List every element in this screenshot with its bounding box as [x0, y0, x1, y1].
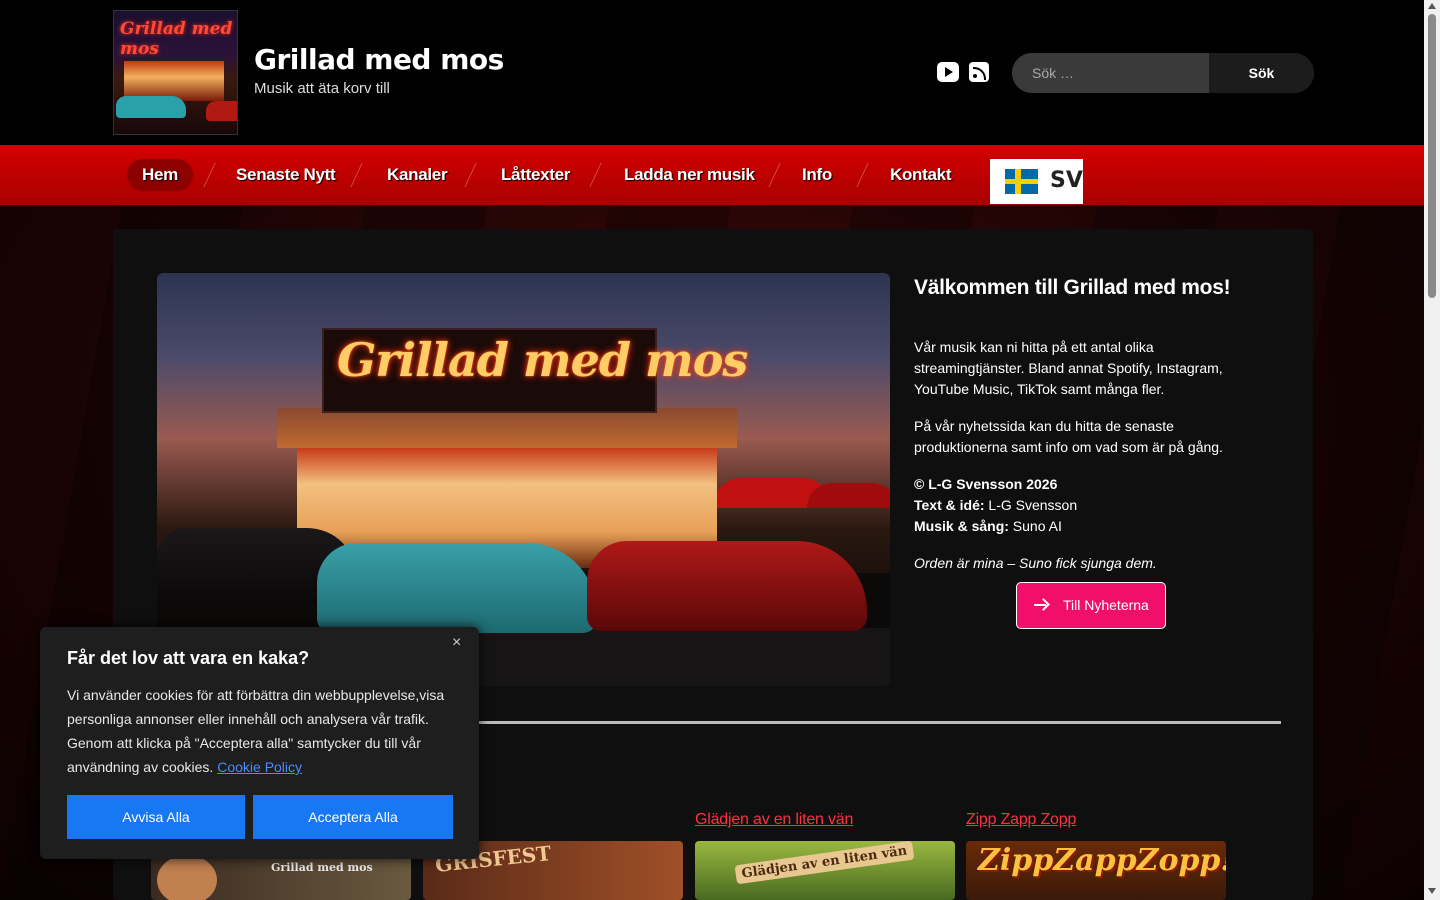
hero-car-teal — [317, 543, 597, 633]
nav-separator — [350, 163, 363, 187]
hero-umbrella-shape — [807, 483, 890, 508]
post-thumbnail[interactable]: Glädjen av en liten vän — [695, 841, 955, 900]
thumbnail-face-shape — [157, 855, 217, 900]
nav-item-senaste-nytt[interactable]: Senaste Nytt — [221, 159, 350, 191]
post-thumbnail[interactable]: ZippZappZopp! — [966, 841, 1226, 900]
nav-separator — [203, 163, 216, 187]
logo-text: Grillad med mos — [120, 19, 233, 59]
hero-neon-sign: Grillad med mos — [337, 333, 748, 387]
sweden-flag-icon — [1005, 169, 1038, 194]
nav-item-lattexter[interactable]: Låttexter — [486, 159, 585, 191]
scrollbar-thumb[interactable] — [1428, 14, 1436, 298]
welcome-heading: Välkommen till Grillad med mos! — [914, 276, 1231, 299]
news-button[interactable]: Till Nyheterna — [1016, 582, 1166, 629]
nav-item-kanaler[interactable]: Kanaler — [372, 159, 462, 191]
main-navigation: Hem Senaste Nytt Kanaler Låttexter Ladda… — [0, 145, 1424, 205]
nav-item-ladda-ner-musik[interactable]: Ladda ner musik — [609, 159, 770, 191]
welcome-paragraph-2: På vår nyhetssida kan du hitta de senast… — [914, 418, 1223, 455]
site-tagline: Musik att äta korv till — [254, 80, 390, 97]
reject-all-button[interactable]: Avvisa Alla — [67, 795, 245, 839]
search-input[interactable] — [1012, 53, 1209, 93]
post-title-link[interactable]: Glädjen av en liten vän — [695, 811, 853, 829]
youtube-icon[interactable] — [937, 62, 959, 82]
nav-item-hem[interactable]: Hem — [127, 159, 193, 191]
text-credit-value: L-G Svensson — [984, 497, 1078, 513]
cookie-title: Får det lov att vara en kaka? — [67, 648, 310, 668]
site-header: Grillad med mos Grillad med mos Musik at… — [0, 0, 1424, 145]
scroll-down-icon[interactable] — [1428, 888, 1436, 894]
search-button[interactable]: Sök — [1209, 53, 1314, 93]
music-credit-value: Suno AI — [1008, 518, 1062, 534]
site-title[interactable]: Grillad med mos — [254, 43, 504, 76]
cookie-body: Vi använder cookies för att förbättra di… — [67, 683, 457, 779]
cookie-consent-dialog: Får det lov att vara en kaka? × Vi använ… — [40, 627, 479, 859]
site-logo[interactable]: Grillad med mos — [113, 10, 238, 135]
thumbnail-text: Grillad med mos — [271, 861, 373, 874]
credits-block: © L-G Svensson 2026 Text & idé: L-G Sven… — [914, 474, 1254, 537]
accept-all-button[interactable]: Acceptera Alla — [253, 795, 453, 839]
cookie-policy-link[interactable]: Cookie Policy — [217, 759, 302, 775]
nav-separator — [768, 163, 781, 187]
welcome-paragraph-1: Vår musik kan ni hitta på ett antal olik… — [914, 339, 1223, 397]
language-code: SV — [1050, 168, 1083, 193]
arrow-right-icon — [1033, 597, 1049, 613]
nav-separator — [856, 163, 869, 187]
logo-car2-shape — [206, 101, 237, 121]
post-title-link[interactable]: Zipp Zapp Zopp — [966, 811, 1076, 829]
logo-kiosk-shape — [124, 61, 224, 101]
logo-car-shape — [116, 96, 186, 118]
nav-separator — [589, 163, 602, 187]
hero-roof-shape — [277, 408, 737, 448]
page-scrollbar[interactable] — [1424, 0, 1440, 900]
nav-item-info[interactable]: Info — [787, 159, 847, 191]
music-credit-label: Musik & sång: — [914, 518, 1009, 534]
thumbnail-text: Glädjen av en liten vän — [734, 841, 915, 885]
welcome-quote: Orden är mina – Suno fick sjunga dem. — [914, 555, 1157, 571]
language-switcher[interactable]: SV — [990, 159, 1083, 204]
nav-separator — [464, 163, 477, 187]
news-button-label: Till Nyheterna — [1063, 597, 1149, 613]
scroll-up-icon[interactable] — [1428, 3, 1436, 9]
copyright-text: © L-G Svensson 2026 — [914, 476, 1058, 492]
nav-item-kontakt[interactable]: Kontakt — [875, 159, 966, 191]
thumbnail-text: ZippZappZopp! — [978, 843, 1226, 878]
close-icon[interactable]: × — [452, 634, 461, 652]
search-form: Sök — [1012, 53, 1314, 93]
text-credit-label: Text & idé: — [914, 497, 985, 513]
rss-icon[interactable] — [969, 62, 989, 82]
hero-image: Grillad med mos — [157, 273, 890, 686]
section-divider — [477, 721, 1281, 724]
hero-car-red — [587, 541, 867, 631]
